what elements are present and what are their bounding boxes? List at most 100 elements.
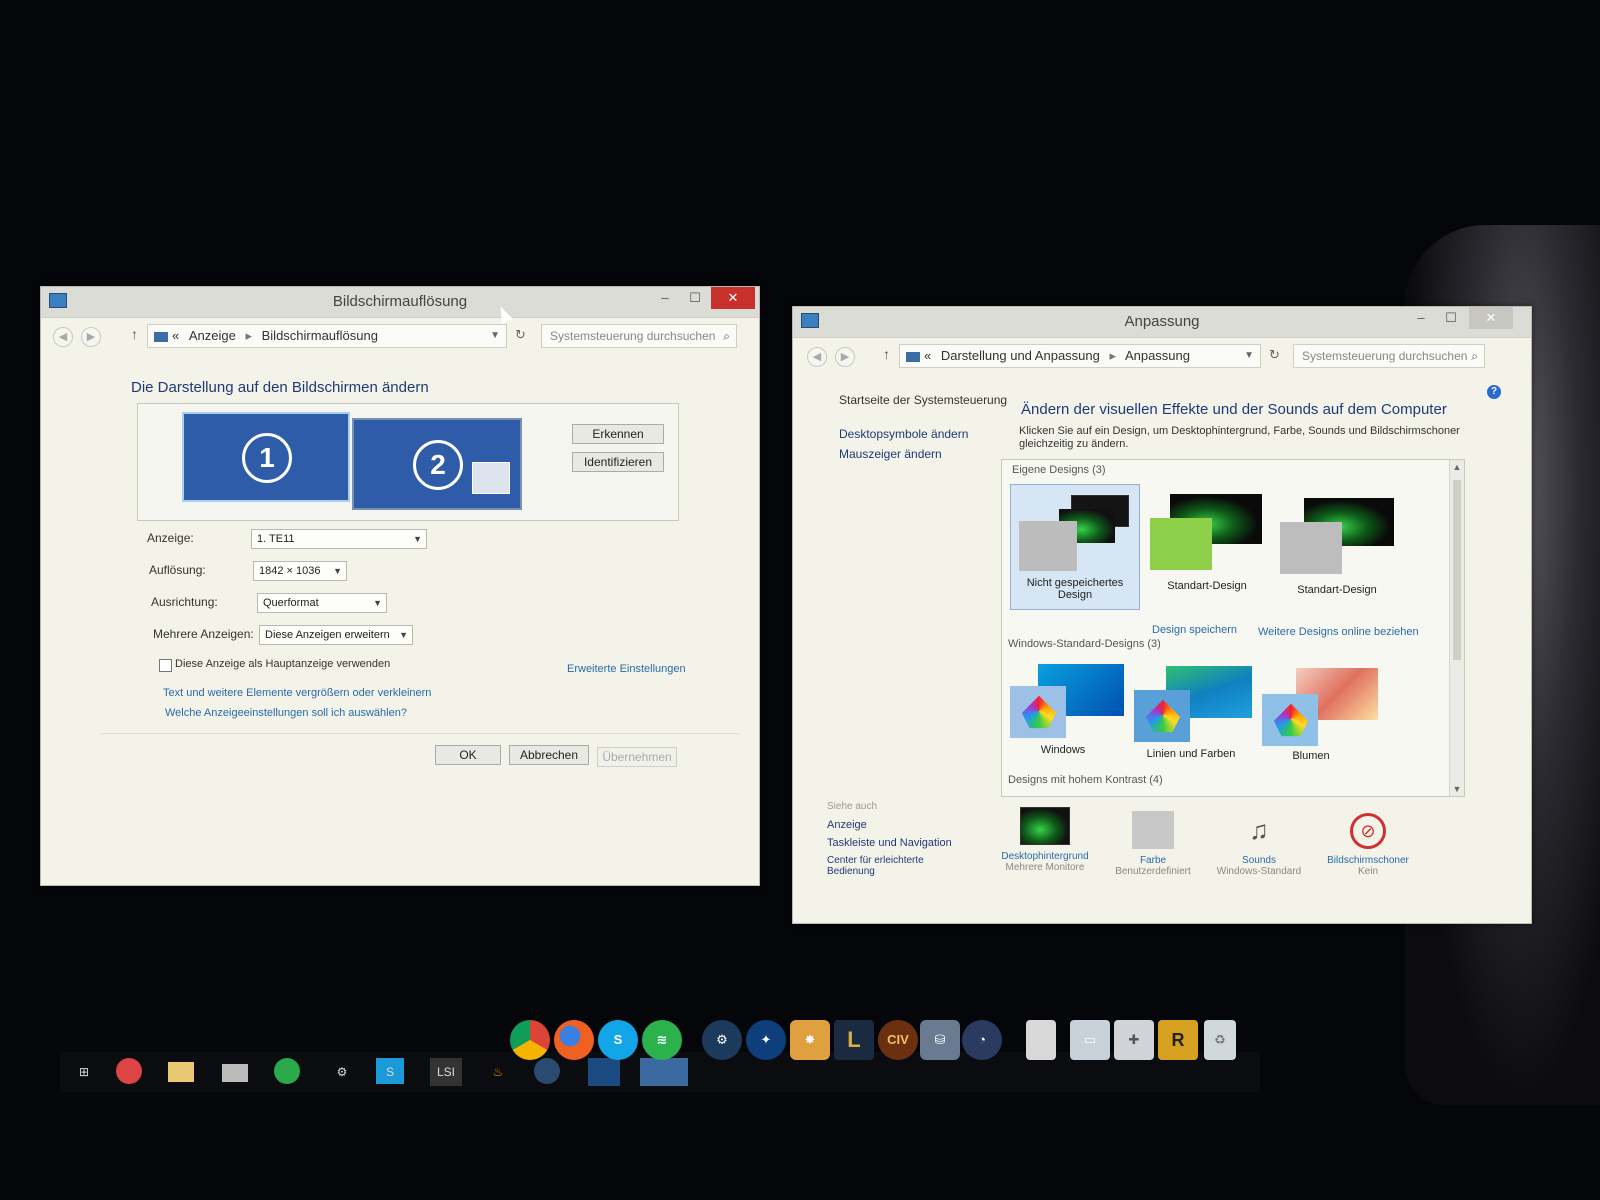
save-theme-link[interactable]: Design speichern (1152, 624, 1237, 636)
cancel-button[interactable]: Abbrechen (509, 745, 589, 765)
title-bar[interactable]: Anpassung – ☐ ✕ (793, 307, 1531, 338)
theme-windows[interactable]: Windows (1008, 660, 1132, 760)
desktop-background-icon (1020, 807, 1070, 845)
identify-button[interactable]: Identifizieren (572, 452, 664, 472)
devices-taskbar-icon[interactable] (222, 1064, 248, 1082)
skype-icon[interactable]: S (598, 1020, 638, 1060)
display-label: Anzeige: (147, 531, 194, 545)
clock-icon[interactable]: ◔ (962, 1020, 1002, 1060)
maximize-button[interactable]: ☐ (1437, 307, 1465, 329)
detect-button[interactable]: Erkennen (572, 424, 664, 444)
scroll-up-icon[interactable]: ▲ (1450, 462, 1464, 472)
color-swatch-icon (1132, 811, 1174, 849)
help-settings-link[interactable]: Welche Anzeigeeinstellungen soll ich aus… (165, 707, 407, 719)
text-size-link[interactable]: Text und weitere Elemente vergrößern ode… (163, 687, 431, 699)
screensaver-setting[interactable]: ⊘ Bildschirmschoner Kein (1307, 813, 1429, 877)
spotify-icon[interactable]: ≋ (642, 1020, 682, 1060)
monitor-2[interactable]: 2 (352, 418, 522, 510)
back-button[interactable]: ◀ (807, 347, 827, 367)
rockstar-icon[interactable]: R (1158, 1020, 1198, 1060)
theme-standard-1[interactable]: Standart-Design (1144, 484, 1270, 608)
chevron-down-icon[interactable]: ▼ (490, 325, 500, 347)
see-also-ease-of-access[interactable]: Center für erleichterte Bedienung (827, 855, 947, 877)
chrome-icon[interactable] (510, 1020, 550, 1060)
advanced-settings-link[interactable]: Erweiterte Einstellungen (567, 663, 686, 675)
back-button[interactable]: ◀ (53, 327, 73, 347)
desktop-background-setting[interactable]: Desktophintergrund Mehrere Monitore (989, 807, 1101, 873)
lsi-taskbar-icon[interactable]: LSI (430, 1058, 462, 1086)
sounds-setting[interactable]: ♫ Sounds Windows-Standard (1203, 811, 1315, 877)
search-input[interactable]: Systemsteuerung durchsuchen ⌕ (541, 324, 737, 348)
close-button[interactable]: ✕ (711, 287, 755, 309)
sidebar-item-desktop-icons[interactable]: Desktopsymbole ändern (839, 427, 968, 441)
breadcrumb-item-display[interactable]: Anzeige (189, 328, 236, 343)
color-label: Farbe (1139, 855, 1167, 866)
document-icon[interactable] (1026, 1020, 1056, 1060)
close-button[interactable]: ✕ (1469, 307, 1513, 329)
address-field[interactable]: « Anzeige ▸ Bildschirmauflösung ▼ (147, 324, 507, 348)
more-themes-online-link[interactable]: Weitere Designs online beziehen (1258, 626, 1419, 638)
search-input[interactable]: Systemsteuerung durchsuchen ⌕ (1293, 344, 1485, 368)
skype-taskbar-icon[interactable]: S (376, 1058, 404, 1084)
league-icon[interactable]: L (834, 1020, 874, 1060)
theme-standard-2[interactable]: Standart-Design (1274, 484, 1400, 608)
see-also-display[interactable]: Anzeige (827, 819, 867, 831)
refresh-icon[interactable]: ↻ (515, 327, 526, 343)
gallery-scrollbar[interactable]: ▲ ▼ (1449, 460, 1464, 796)
chevron-down-icon: ▼ (413, 534, 422, 544)
breadcrumb-item-resolution[interactable]: Bildschirmauflösung (262, 328, 378, 343)
orientation-select[interactable]: Querformat ▼ (257, 593, 387, 613)
main-display-checkbox-label[interactable]: Diese Anzeige als Hauptanzeige verwenden (175, 658, 390, 670)
breadcrumb-item-appearance[interactable]: Darstellung und Anpassung (941, 348, 1100, 363)
scroll-down-icon[interactable]: ▼ (1450, 784, 1464, 794)
sidebar-item-control-panel-home[interactable]: Startseite der Systemsteuerung (839, 393, 1007, 407)
chevron-down-icon[interactable]: ▼ (1244, 345, 1254, 367)
windows-start-icon[interactable]: ⊞ (68, 1058, 100, 1086)
game-icon[interactable]: ✸ (790, 1020, 830, 1060)
network-icon[interactable]: ⛁ (920, 1020, 960, 1060)
resolution-select[interactable]: 1842 × 1036 ▼ (253, 561, 347, 581)
display-select[interactable]: 1. TE11 ▼ (251, 529, 427, 549)
monitor-1[interactable]: 1 (182, 412, 350, 502)
search-placeholder: Systemsteuerung durchsuchen (1302, 349, 1468, 363)
up-button[interactable]: ↑ (883, 346, 890, 362)
folder-icon[interactable]: ▭ (1070, 1020, 1110, 1060)
firefox-icon[interactable] (554, 1020, 594, 1060)
help-icon[interactable]: ? (1487, 385, 1501, 399)
maximize-button[interactable]: ☐ (681, 287, 709, 309)
theme-lines-colors[interactable]: Linien und Farben (1128, 662, 1254, 762)
chrome-taskbar-icon[interactable] (116, 1058, 142, 1084)
apply-button[interactable]: Übernehmen (597, 747, 677, 767)
up-button[interactable]: ↑ (131, 326, 138, 342)
minimize-button[interactable]: – (1407, 307, 1435, 329)
ok-button[interactable]: OK (435, 745, 501, 765)
gear-icon[interactable]: ⚙ (326, 1058, 358, 1086)
title-bar[interactable]: Bildschirmauflösung – ☐ ✕ (41, 287, 759, 318)
sidebar-item-mouse-pointer[interactable]: Mauszeiger ändern (839, 447, 942, 461)
address-field[interactable]: « Darstellung und Anpassung ▸ Anpassung … (899, 344, 1261, 368)
theme-flowers[interactable]: Blumen (1256, 664, 1382, 764)
scrollbar-thumb[interactable] (1453, 480, 1461, 660)
minimize-button[interactable]: – (651, 287, 679, 309)
color-setting[interactable]: Farbe Benutzerdefiniert (1097, 811, 1209, 877)
breadcrumb-prefix: « (172, 328, 180, 343)
search-icon[interactable]: ⌕ (723, 325, 730, 347)
steam-icon[interactable]: ⚙ (702, 1020, 742, 1060)
main-display-checkbox[interactable] (159, 659, 172, 672)
multiple-displays-select[interactable]: Diese Anzeigen erweitern ▼ (259, 625, 413, 645)
theme-unsaved[interactable]: Nicht gespeichertes Design (1010, 484, 1140, 610)
forward-button[interactable]: ▶ (81, 327, 101, 347)
monitor-1-number: 1 (242, 433, 292, 483)
search-icon[interactable]: ⌕ (1471, 345, 1478, 367)
civ-icon[interactable]: CIV (878, 1020, 918, 1060)
puzzle-icon[interactable]: ✚ (1114, 1020, 1154, 1060)
forward-button[interactable]: ▶ (835, 347, 855, 367)
spotify-taskbar-icon[interactable] (274, 1058, 300, 1084)
see-also-taskbar[interactable]: Taskleiste und Navigation (827, 837, 952, 849)
explorer-taskbar-icon[interactable] (168, 1062, 194, 1082)
trash-icon[interactable]: ♻ (1204, 1020, 1236, 1060)
breadcrumb-item-personalization[interactable]: Anpassung (1125, 348, 1190, 363)
refresh-icon[interactable]: ↻ (1269, 347, 1280, 363)
battle-net-icon[interactable]: ✦ (746, 1020, 786, 1060)
high-contrast-title: Designs mit hohem Kontrast (4) (1008, 774, 1163, 786)
